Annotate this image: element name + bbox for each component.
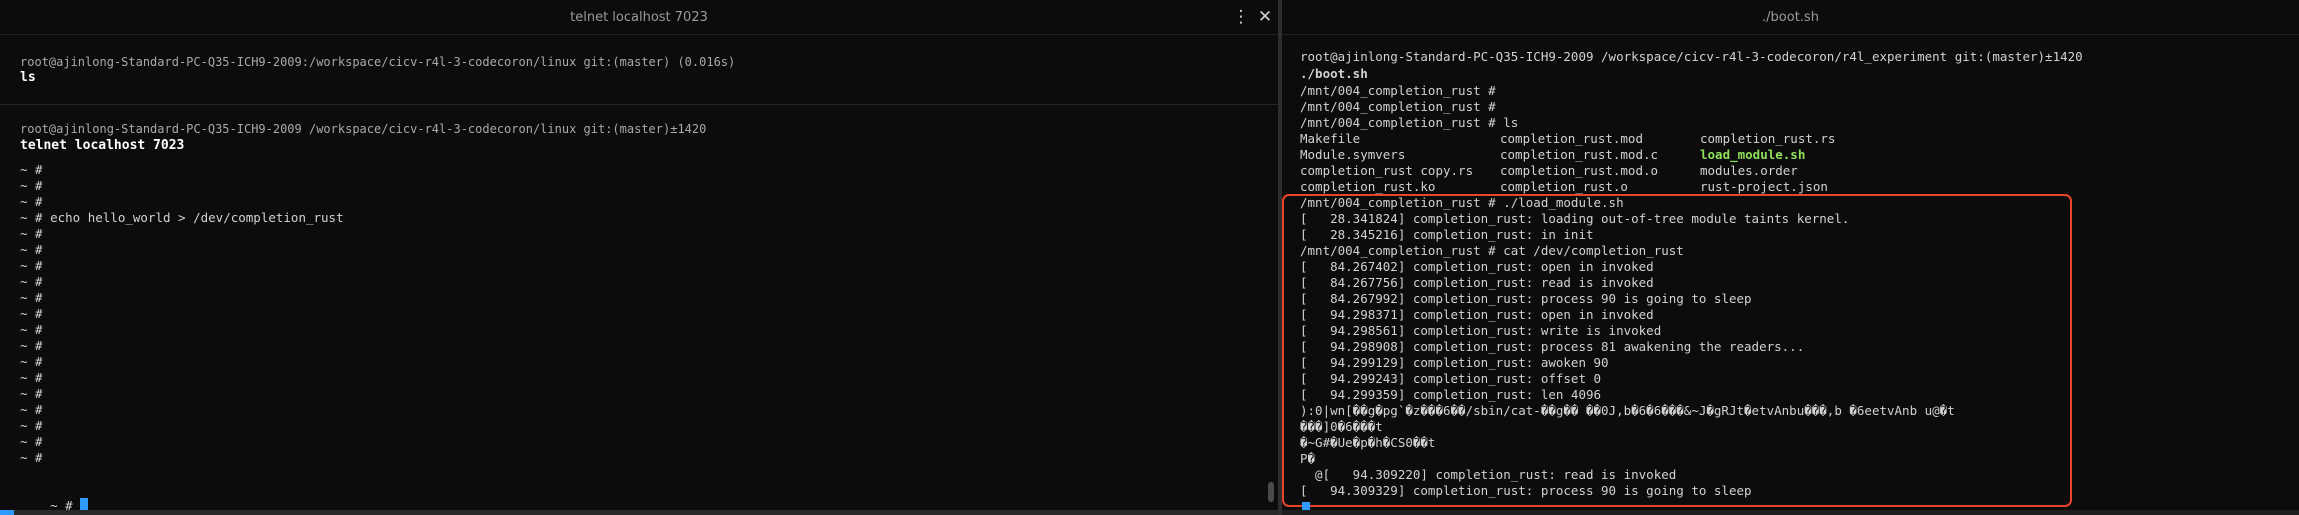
terminal-output-line: ~ # (20, 306, 43, 321)
terminal-output-line: ~ # (20, 194, 43, 209)
block2-prompt: root@ajinlong-Standard-PC-Q35-ICH9-2009 … (20, 122, 707, 136)
terminal-output-line: ~ # echo hello_world > /dev/completion_r… (20, 210, 344, 225)
left-pane-title: telnet localhost 7023 (570, 9, 708, 25)
ls-entry: completion_rust.mod (1500, 131, 1643, 146)
terminal-output-line: ~ # (20, 162, 43, 177)
kernel-log-line: [ 94.309329] completion_rust: process 90… (1300, 483, 1752, 498)
terminal-output-line: ~ # (20, 258, 43, 273)
ls-entry: rust-project.json (1700, 179, 1828, 194)
terminal-output-line: ~ # (20, 290, 43, 305)
terminal-output-line: ~ # (20, 450, 43, 465)
left-bottom-bar (0, 510, 1278, 515)
terminal-output-line: ~ # (20, 338, 43, 353)
terminal-output-line: ~ # (20, 418, 43, 433)
ls-entry: Module.symvers (1300, 147, 1406, 162)
terminal-output-line: ~ # (20, 226, 43, 241)
terminal-output-line: /mnt/004_completion_rust # (1300, 99, 1496, 114)
kernel-log-line: [ 84.267992] completion_rust: process 90… (1300, 291, 1752, 306)
kernel-log-line: ���]0�6���t (1300, 419, 1383, 434)
kernel-log-line: [ 94.299243] completion_rust: offset 0 (1300, 371, 1602, 386)
block-divider (0, 104, 1278, 105)
block2-command: telnet localhost 7023 (20, 138, 185, 153)
kernel-log-line: [ 28.341824] completion_rust: loading ou… (1300, 211, 1850, 226)
kebab-menu-icon[interactable]: ⋮ (1230, 6, 1252, 28)
ls-entry: completion_rust copy.rs (1300, 163, 1474, 178)
ls-entry: completion_rust.ko (1300, 179, 1436, 194)
right-command: ./boot.sh (1300, 66, 1368, 81)
left-terminal-pane[interactable]: telnet localhost 7023 ⋮ ✕ root@ajinlong-… (0, 0, 1278, 515)
terminal-output-line: ~ # (20, 386, 43, 401)
right-prompt: root@ajinlong-Standard-PC-Q35-ICH9-2009 … (1300, 49, 2083, 64)
kernel-log-line: @[ 94.309220] completion_rust: read is i… (1300, 467, 1677, 482)
ls-entry: completion_rust.mod.c (1500, 147, 1659, 162)
kernel-log-line: [ 94.299359] completion_rust: len 4096 (1300, 387, 1602, 402)
terminal-output-line: ~ # (20, 242, 43, 257)
terminal-output-line: ~ # (20, 274, 43, 289)
kernel-log-line: [ 94.298561] completion_rust: write is i… (1300, 323, 1662, 338)
kernel-log-line: P� (1300, 451, 1316, 466)
ls-entry: completion_rust.o (1500, 179, 1628, 194)
terminal-output-line: /mnt/004_completion_rust # (1300, 83, 1496, 98)
right-pane-titlebar: ./boot.sh (1282, 0, 2299, 35)
terminal-output-line: ~ # (20, 434, 43, 449)
kernel-log-line: [ 84.267756] completion_rust: read is in… (1300, 275, 1654, 290)
close-icon[interactable]: ✕ (1254, 6, 1276, 28)
terminal-output-line: ~ # (20, 322, 43, 337)
left-pane-titlebar: telnet localhost 7023 ⋮ ✕ (0, 0, 1278, 35)
ls-entry: completion_rust.rs (1700, 131, 1836, 146)
text-cursor (1302, 502, 1310, 510)
block1-command: ls (20, 70, 36, 85)
terminal-output-line: ~ # (20, 402, 43, 417)
kernel-log-line: [ 94.298371] completion_rust: open in in… (1300, 307, 1654, 322)
right-pane-title: ./boot.sh (1762, 9, 1819, 25)
ls-entry: Makefile (1300, 131, 1361, 146)
kernel-log-line: [ 94.298908] completion_rust: process 81… (1300, 339, 1805, 354)
block1-prompt: root@ajinlong-Standard-PC-Q35-ICH9-2009:… (20, 55, 736, 69)
right-bottom-bar (1282, 510, 2299, 515)
terminal-output-line: ~ # (20, 370, 43, 385)
right-terminal-pane[interactable]: ./boot.sh root@ajinlong-Standard-PC-Q35-… (1282, 0, 2299, 515)
terminal-output-line: ~ # (20, 354, 43, 369)
ls-entry: load_module.sh (1700, 147, 1806, 162)
ls-entry: modules.order (1700, 163, 1798, 178)
kernel-log-line: [ 84.267402] completion_rust: open in in… (1300, 259, 1654, 274)
scrollbar-thumb[interactable] (1268, 482, 1274, 502)
terminal-output-line: /mnt/004_completion_rust # ls (1300, 115, 1519, 130)
ls-entry: completion_rust.mod.o (1500, 163, 1659, 178)
kernel-log-line: /mnt/004_completion_rust # cat /dev/comp… (1300, 243, 1684, 258)
kernel-log-line: ):0|wn[��g�pg`�z���6��/sbin/cat-��g�� ��… (1300, 403, 1955, 418)
kernel-log-line: �~G#�Ue�p�h�CS0��t (1300, 435, 1436, 450)
kernel-log-line: [ 94.299129] completion_rust: awoken 90 (1300, 355, 1609, 370)
terminal-output-line: ~ # (20, 178, 43, 193)
active-pane-indicator (0, 510, 14, 515)
kernel-log-line: /mnt/004_completion_rust # ./load_module… (1300, 195, 1624, 210)
kernel-log-line: [ 28.345216] completion_rust: in init (1300, 227, 1594, 242)
